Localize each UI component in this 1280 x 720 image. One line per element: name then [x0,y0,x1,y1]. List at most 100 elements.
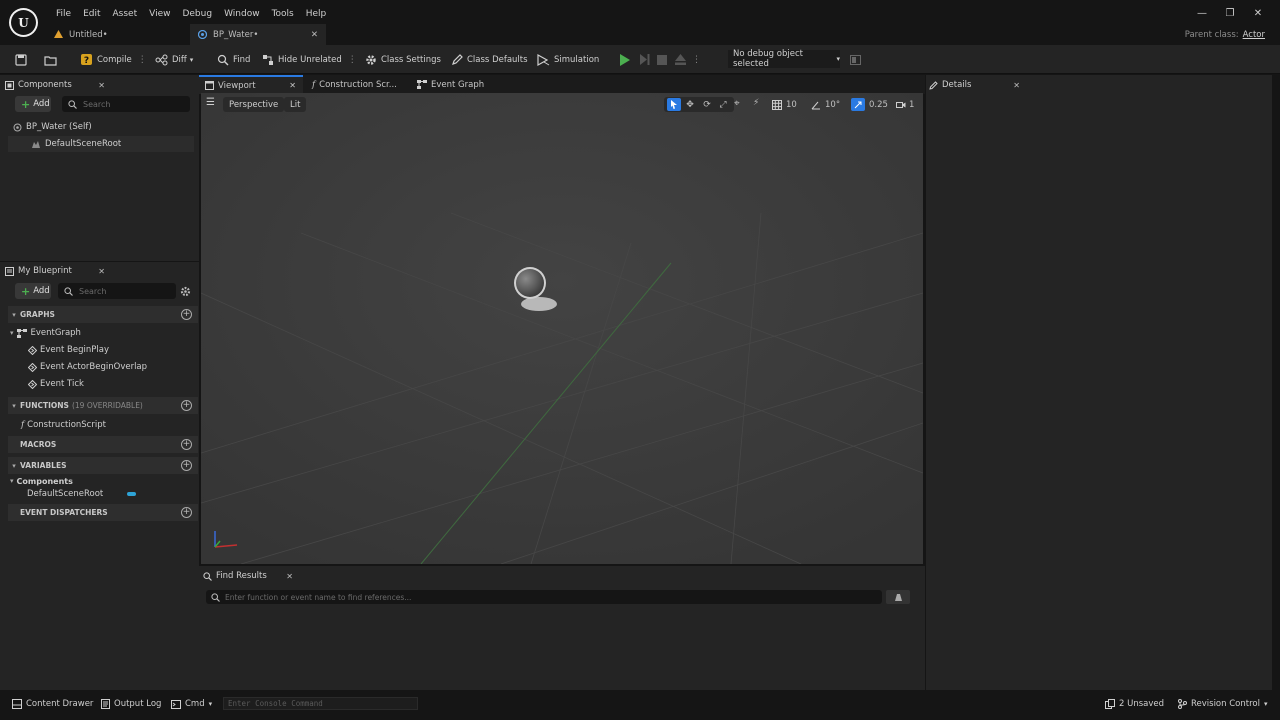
add-graph-icon[interactable]: + [181,309,192,320]
graphs-section[interactable]: ▾ GRAPHS + [8,306,198,323]
details-tab[interactable]: Details ✕ [929,76,1026,94]
component-root-row[interactable]: DefaultSceneRoot [8,136,194,152]
add-function-icon[interactable]: + [181,400,192,411]
find-icon [217,54,229,66]
class-defaults-button[interactable]: Class Defaults [451,45,528,74]
add-component-button[interactable]: + Add [15,96,51,112]
tab-viewport[interactable]: Viewport ✕ [199,75,303,94]
menu-window[interactable]: Window [218,9,266,19]
content-drawer-button[interactable]: Content Drawer [12,692,93,716]
my-blueprint-tab[interactable]: My Blueprint ✕ [5,262,111,280]
graph-icon [16,328,27,338]
my-blueprint-search-input[interactable]: Search [58,283,176,299]
compile-button[interactable]: ? Compile ⋮ [80,45,147,74]
surface-snap-icon[interactable]: ⚡ [753,98,759,108]
component-self-row[interactable]: BP_Water (Self) [13,120,92,134]
select-tool-icon[interactable] [667,98,681,111]
doc-tab-untitled[interactable]: Untitled• [46,24,190,45]
event-graph-item[interactable]: ▾ EventGraph [10,326,81,340]
output-log-button[interactable]: Output Log [101,692,161,716]
components-search-input[interactable]: Search [62,96,190,112]
plus-icon: + [21,97,31,111]
variable-item[interactable]: DefaultSceneRoot [27,488,137,500]
find-results-tab[interactable]: Find Results ✕ [203,567,299,585]
minimize-icon[interactable]: — [1188,8,1216,19]
menu-asset[interactable]: Asset [107,9,144,19]
eject-button[interactable]: ⋮ [675,45,701,74]
parent-class-link[interactable]: Actor [1243,30,1265,40]
menu-tools[interactable]: Tools [266,9,300,19]
close-panel-icon[interactable]: ✕ [98,81,105,90]
angle-icon [811,100,821,110]
hide-unrelated-options-icon[interactable]: ⋮ [348,55,357,65]
components-tab[interactable]: Components ✕ [5,76,111,94]
menu-edit[interactable]: Edit [77,9,106,19]
stop-button[interactable] [657,45,667,74]
add-variable-icon[interactable]: + [181,460,192,471]
add-dispatcher-icon[interactable]: + [181,507,192,518]
diff-button[interactable]: Diff ▾ [155,45,193,74]
cmd-selector[interactable]: Cmd ▾ [171,692,212,716]
class-settings-button[interactable]: Class Settings [365,45,441,74]
chevron-down-icon: ▾ [189,55,194,64]
save-button[interactable] [15,45,27,74]
close-window-icon[interactable]: ✕ [1244,8,1272,19]
event-item[interactable]: Event Tick [28,377,84,391]
close-panel-icon[interactable]: ✕ [286,572,293,581]
move-tool-icon[interactable]: ✥ [681,100,699,110]
menu-help[interactable]: Help [300,9,333,19]
tab-event-graph[interactable]: Event Graph [411,75,491,94]
find-references-input[interactable]: Enter function or event name to find ref… [206,590,882,604]
debug-object-select[interactable]: No debug object selected ▾ [728,49,840,69]
maximize-icon[interactable]: ❐ [1216,8,1244,19]
rotation-snap[interactable]: 10° [811,97,840,112]
close-panel-icon[interactable]: ✕ [98,267,105,276]
debug-browse-button[interactable] [850,45,861,74]
revision-control-button[interactable]: Revision Control ▾ [1178,692,1267,716]
tab-construction-script[interactable]: f Construction Scr... [306,75,406,94]
console-command-input[interactable]: Enter Console Command [223,697,418,710]
world-local-icon[interactable]: ⌖ [734,98,740,109]
frame-skip-button[interactable] [639,45,650,74]
lit-button[interactable]: Lit [284,97,307,112]
hide-unrelated-button[interactable]: Hide Unrelated ⋮ [262,45,357,74]
play-button[interactable] [619,45,630,74]
grid-snap[interactable]: 10 [772,97,797,112]
compile-options-icon[interactable]: ⋮ [138,55,147,65]
browse-button[interactable] [44,45,57,74]
menu-view[interactable]: View [143,9,176,19]
unreal-logo-icon[interactable]: U [9,8,38,37]
close-tab-icon[interactable]: ✕ [311,30,318,40]
scale-snap[interactable]: 0.25 [851,97,888,112]
variable-category-components[interactable]: ▾ Components [10,475,73,487]
event-item[interactable]: Event ActorBeginOverlap [28,360,147,374]
hide-unrelated-icon [262,54,274,66]
settings-gear-icon[interactable] [180,286,191,297]
perspective-button[interactable]: Perspective [223,97,285,112]
event-dispatchers-section[interactable]: EVENT DISPATCHERS + [8,504,198,521]
menu-debug[interactable]: Debug [176,9,218,19]
play-options-icon[interactable]: ⋮ [692,55,701,65]
simulation-button[interactable]: Simulation [537,45,599,74]
find-button[interactable]: Find [217,45,250,74]
unsaved-button[interactable]: 2 Unsaved [1105,692,1164,716]
rotate-tool-icon[interactable]: ⟳ [699,100,715,110]
add-macro-icon[interactable]: + [181,439,192,450]
close-tab-icon[interactable]: ✕ [289,81,296,90]
functions-section[interactable]: ▾ FUNCTIONS (19 OVERRIDABLE) + [8,397,198,414]
variables-section[interactable]: ▾ VARIABLES + [8,457,198,474]
add-member-button[interactable]: + Add [15,283,51,299]
menu-file[interactable]: File [50,9,77,19]
find-in-all-blueprints-button[interactable] [886,590,910,604]
event-item[interactable]: Event BeginPlay [28,343,109,357]
doc-tab-bp-water[interactable]: BP_Water• ✕ [190,24,326,45]
camera-speed[interactable]: 1 [896,97,914,112]
close-panel-icon[interactable]: ✕ [1013,81,1020,90]
viewport-canvas[interactable]: ☰ Perspective Lit ✥ ⟳ ⤢ ⌖ ⚡ 10 10° 0.25 … [201,93,923,564]
pencil-icon [451,53,463,66]
scale-tool-icon[interactable]: ⤢ [715,100,731,110]
construction-script-item[interactable]: f ConstructionScript [21,418,106,432]
hamburger-menu-icon[interactable]: ☰ [206,97,215,108]
macros-section[interactable]: MACROS + [8,436,198,453]
caret-down-icon: ▾ [12,401,16,410]
